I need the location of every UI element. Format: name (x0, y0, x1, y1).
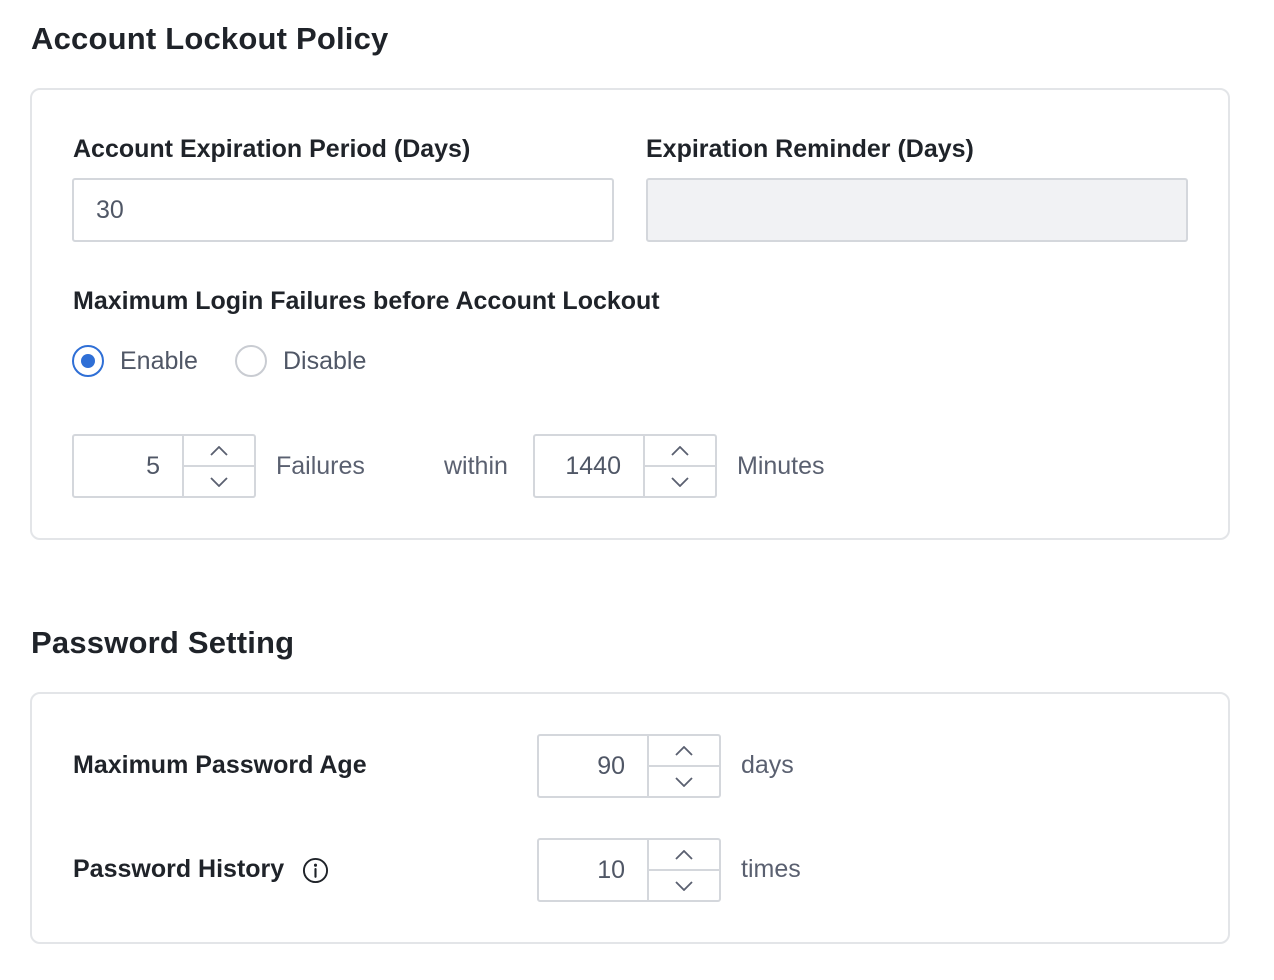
minutes-decrement-button[interactable] (645, 465, 715, 496)
chevron-down-icon (210, 476, 228, 487)
failures-unit: Failures (276, 452, 365, 480)
radio-checked-icon (72, 345, 104, 377)
radio-unchecked-icon (235, 345, 267, 377)
failures-stepper[interactable]: 5 (72, 434, 256, 498)
disable-radio-label: Disable (283, 346, 367, 375)
expiration-period-input[interactable] (72, 178, 614, 242)
password-history-label: Password History (73, 855, 285, 883)
expiration-reminder-label: Expiration Reminder (Days) (646, 135, 974, 163)
chevron-down-icon (675, 776, 693, 787)
max-age-decrement-button[interactable] (649, 765, 719, 796)
chevron-down-icon (671, 476, 689, 487)
chevron-down-icon (675, 880, 693, 891)
password-card (30, 692, 1230, 944)
password-history-stepper[interactable]: 10 (537, 838, 721, 902)
password-section-title: Password Setting (31, 625, 295, 660)
max-age-increment-button[interactable] (649, 736, 719, 765)
history-increment-button[interactable] (649, 840, 719, 869)
password-history-value[interactable]: 10 (539, 840, 647, 900)
chevron-up-icon (671, 445, 689, 456)
expiration-period-label: Account Expiration Period (Days) (73, 135, 471, 163)
disable-radio[interactable]: Disable (235, 345, 366, 377)
password-history-unit: times (741, 855, 801, 883)
minutes-increment-button[interactable] (645, 436, 715, 465)
max-password-age-unit: days (741, 751, 794, 779)
failures-decrement-button[interactable] (184, 465, 254, 496)
history-decrement-button[interactable] (649, 869, 719, 900)
max-login-failures-label: Maximum Login Failures before Account Lo… (73, 287, 660, 315)
enable-radio[interactable]: Enable (72, 345, 198, 377)
failures-value[interactable]: 5 (74, 436, 182, 496)
max-password-age-value[interactable]: 90 (539, 736, 647, 796)
lockout-section-title: Account Lockout Policy (31, 21, 389, 56)
chevron-up-icon (210, 445, 228, 456)
enable-radio-label: Enable (120, 346, 198, 375)
chevron-up-icon (675, 849, 693, 860)
chevron-up-icon (675, 745, 693, 756)
minutes-value[interactable]: 1440 (535, 436, 643, 496)
max-password-age-label: Maximum Password Age (73, 751, 367, 779)
max-password-age-stepper[interactable]: 90 (537, 734, 721, 798)
minutes-unit: Minutes (737, 452, 825, 480)
expiration-reminder-input (646, 178, 1188, 242)
info-icon[interactable] (302, 857, 329, 884)
within-label: within (444, 452, 508, 480)
failures-increment-button[interactable] (184, 436, 254, 465)
minutes-stepper[interactable]: 1440 (533, 434, 717, 498)
